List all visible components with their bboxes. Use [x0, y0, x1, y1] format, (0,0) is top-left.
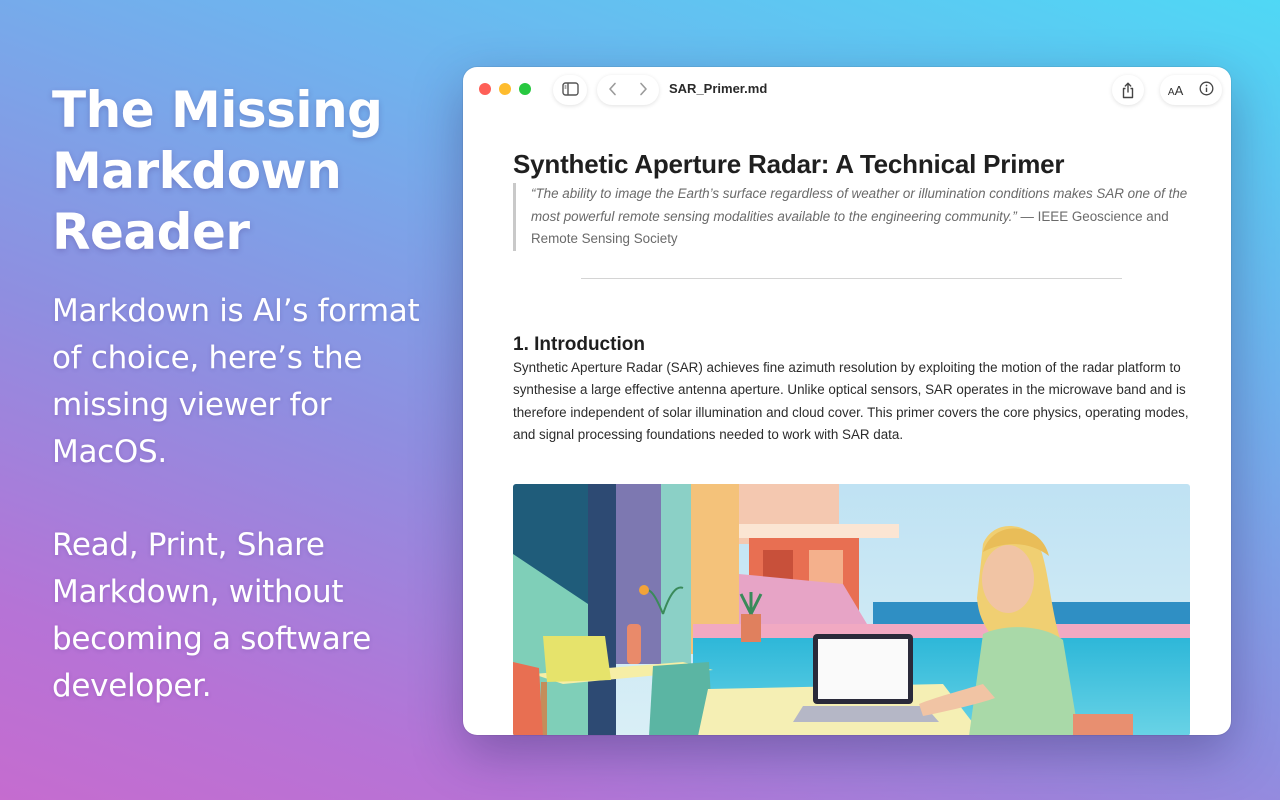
markdown-content: Synthetic Aperture Radar: A Technical Pr… — [513, 147, 1190, 447]
toggle-sidebar-button[interactable] — [553, 75, 587, 105]
window-titlebar: SAR_Primer.md AA — [463, 67, 1231, 113]
zoom-window-button[interactable] — [519, 83, 531, 95]
markdown-reader-window: SAR_Primer.md AA Synthetic Aperture Rada… — [463, 67, 1231, 735]
hero-title: The Missing Markdown Reader — [52, 81, 383, 261]
reader-tools: AA — [1160, 75, 1222, 105]
sidebar-icon — [561, 81, 579, 100]
back-button[interactable] — [608, 82, 617, 99]
chevron-left-icon — [609, 82, 616, 95]
hero-tagline: Markdown is AI’s format of choice, here’… — [52, 293, 420, 470]
horizontal-rule — [581, 277, 1122, 279]
blockquote: “The ability to image the Earth’s surfac… — [513, 183, 1190, 251]
document-file-name: SAR_Primer.md — [669, 81, 768, 96]
minimize-window-button[interactable] — [499, 83, 511, 95]
close-window-button[interactable] — [479, 83, 491, 95]
forward-button[interactable] — [639, 82, 648, 99]
info-button[interactable] — [1199, 81, 1214, 100]
share-button[interactable] — [1112, 75, 1144, 105]
share-icon — [1122, 82, 1134, 98]
section-heading-introduction: 1. Introduction — [513, 333, 645, 355]
document-title: Synthetic Aperture Radar: A Technical Pr… — [513, 149, 1065, 179]
info-icon — [1199, 81, 1214, 95]
hero-description: Read, Print, Share Markdown, without bec… — [52, 527, 372, 704]
navigation-controls — [597, 75, 659, 105]
text-size-button[interactable]: AA — [1168, 83, 1183, 98]
chevron-right-icon — [640, 82, 647, 95]
poolside-laptop-illustration — [513, 484, 1190, 735]
introduction-paragraph: Synthetic Aperture Radar (SAR) achieves … — [513, 359, 1189, 443]
